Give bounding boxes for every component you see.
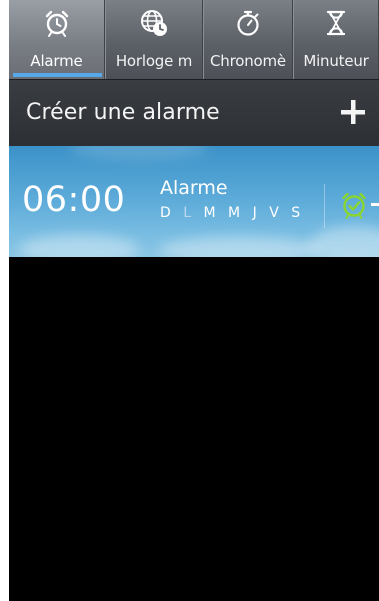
create-alarm-label: Créer une alarme <box>26 100 220 125</box>
tab-label: Horloge m <box>115 52 193 70</box>
cloud-decoration <box>69 146 209 160</box>
tab-label: Alarme <box>30 52 83 70</box>
app-screen: Alarme Horloge m Chronomè Minuteur Créer… <box>9 0 379 601</box>
world-clock-icon <box>141 10 167 36</box>
day-monday: L <box>183 205 195 221</box>
day-saturday: S <box>291 205 304 221</box>
day-friday: V <box>269 205 283 221</box>
cloud-decoration <box>159 236 319 257</box>
stopwatch-icon <box>237 10 259 36</box>
day-sunday: D <box>160 205 175 221</box>
tab-label: Minuteur <box>303 52 369 70</box>
tab-horloge-mondiale[interactable]: Horloge m <box>105 0 203 79</box>
tab-chronometre[interactable]: Chronomè <box>203 0 293 79</box>
divider <box>324 184 325 228</box>
tab-minuteur[interactable]: Minuteur <box>293 0 379 79</box>
alarm-clock-icon[interactable] <box>339 190 369 220</box>
toggle-indicator <box>371 203 379 206</box>
tab-label: Chronomè <box>210 52 286 70</box>
day-thursday: J <box>252 205 261 221</box>
cloud-decoration <box>309 226 379 257</box>
alarm-name: Alarme <box>160 177 228 199</box>
day-wednesday: M <box>228 205 244 221</box>
day-tuesday: M <box>203 205 220 221</box>
tab-alarme[interactable]: Alarme <box>9 0 105 79</box>
plus-icon[interactable] <box>333 92 373 132</box>
alarm-repeat-days: D L M M J V S <box>160 205 305 221</box>
create-alarm-bar[interactable]: Créer une alarme <box>9 79 379 146</box>
tab-bar: Alarme Horloge m Chronomè Minuteur <box>9 0 379 79</box>
alarm-list-item[interactable]: 06:00 Alarme D L M M J V S <box>9 146 379 257</box>
hourglass-icon <box>326 10 346 36</box>
active-tab-indicator <box>13 73 102 77</box>
cloud-decoration <box>19 234 139 257</box>
alarm-clock-icon <box>45 10 68 37</box>
alarm-time: 06:00 <box>22 180 126 220</box>
